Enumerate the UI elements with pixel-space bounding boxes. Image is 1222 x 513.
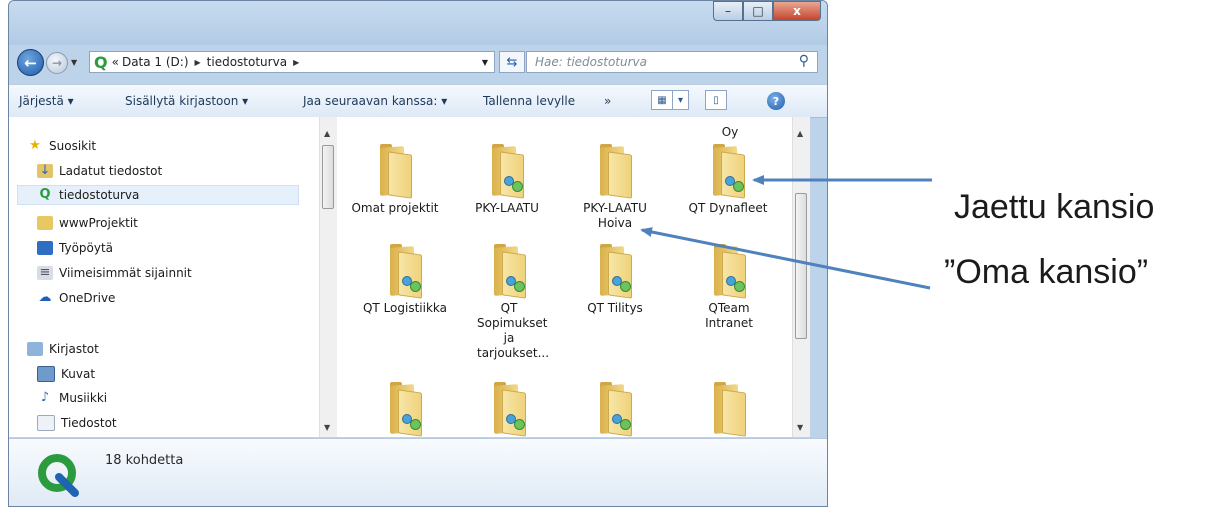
arrow-to-own-folder bbox=[640, 227, 931, 290]
annotation-own-folder: ”Oma kansio” bbox=[944, 253, 1149, 291]
annotation-shared-folder: Jaettu kansio bbox=[954, 188, 1155, 226]
